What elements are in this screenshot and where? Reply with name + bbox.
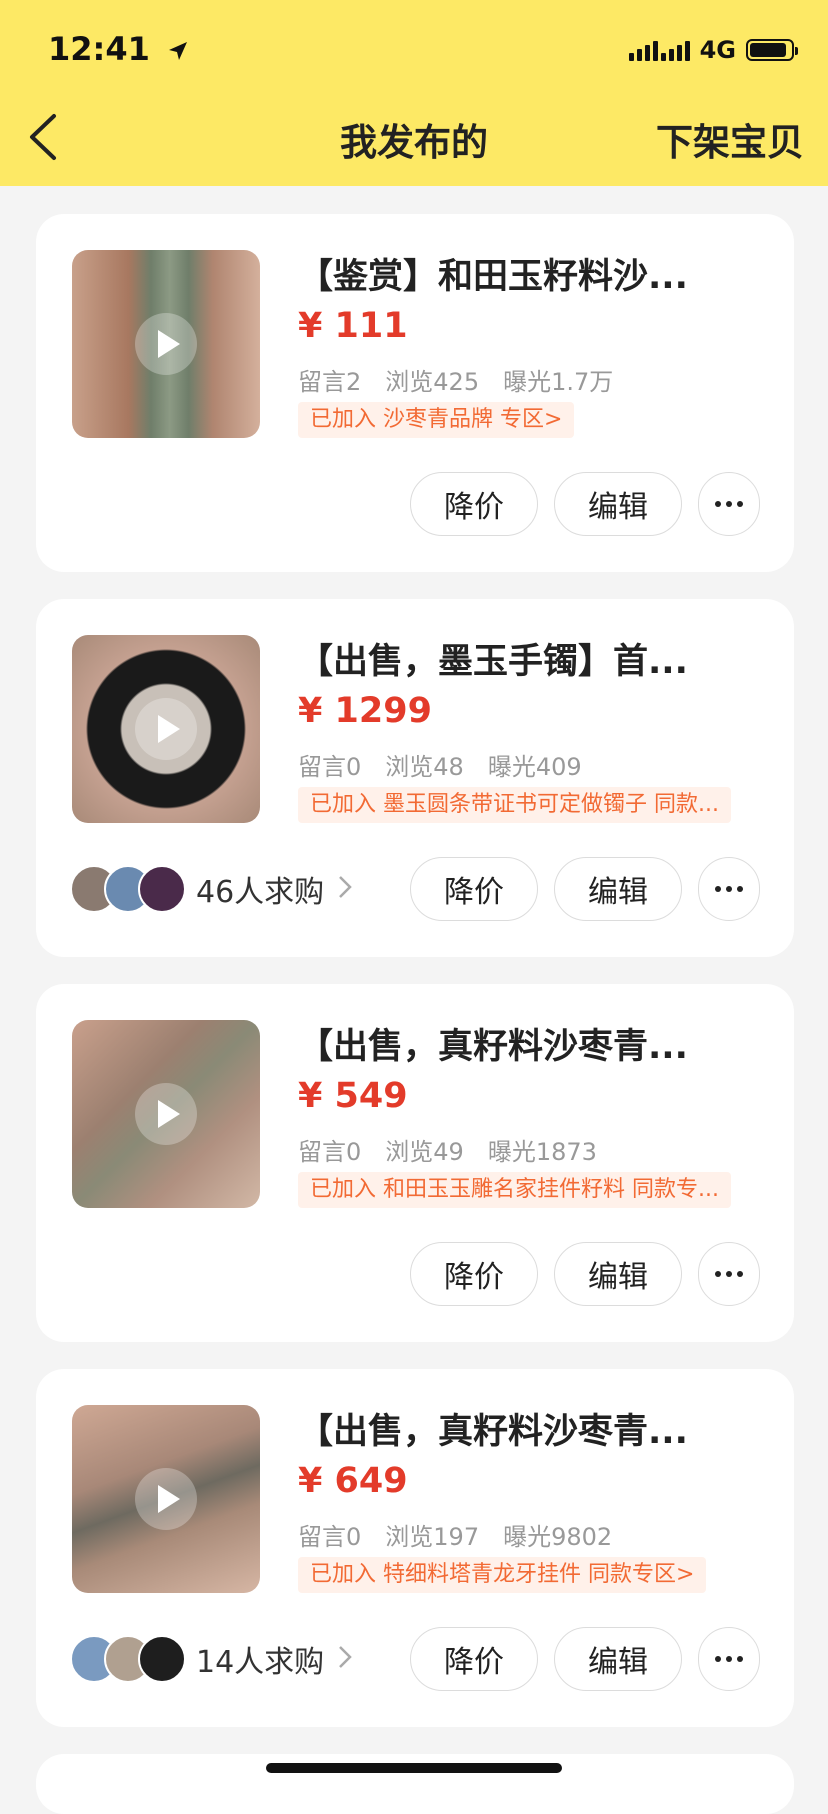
views-count: 浏览48	[385, 753, 464, 781]
reduce-price-button[interactable]: 降价	[410, 1627, 538, 1691]
zone-tag-link[interactable]: 已加入 墨玉圆条带证书可定做镯子 同款...	[298, 787, 731, 823]
listing-card[interactable]: 【出售，墨玉手镯】首... ¥ 1299 留言0 浏览48 曝光409 已加入 墨玉…	[36, 599, 794, 957]
battery-icon	[746, 39, 798, 61]
wanters-link[interactable]: 14人求购	[70, 1635, 352, 1683]
product-price: ¥ 649	[298, 1461, 408, 1501]
comments-count: 留言0	[298, 1138, 362, 1166]
edit-button[interactable]: 编辑	[554, 1242, 682, 1306]
more-icon[interactable]	[698, 1627, 760, 1691]
product-title: 【出售，墨玉手镯】首...	[298, 642, 688, 682]
exposure-count: 曝光1.7万	[503, 368, 614, 396]
product-thumbnail[interactable]	[72, 635, 260, 823]
wanters-count: 46人求购	[196, 875, 325, 910]
more-icon[interactable]	[698, 857, 760, 921]
product-title: 【出售，真籽料沙枣青...	[298, 1027, 688, 1067]
zone-tag-link[interactable]: 已加入 沙枣青品牌 专区>	[298, 402, 575, 438]
product-price: ¥ 111	[298, 306, 408, 346]
more-icon[interactable]	[698, 472, 760, 536]
listing-card[interactable]: 【出售，真籽料沙枣青... ¥ 549 留言0 浏览49 曝光1873 已加入 和田…	[36, 984, 794, 1342]
zone-tag-link[interactable]: 已加入 特细料塔青龙牙挂件 同款专区>	[298, 1557, 707, 1593]
delist-items-button[interactable]: 下架宝贝	[656, 112, 804, 166]
product-title: 【出售，真籽料沙枣青...	[298, 1412, 688, 1452]
play-icon[interactable]	[135, 1083, 197, 1145]
avatar	[138, 1635, 186, 1683]
time-label: 12:41	[48, 30, 150, 68]
product-price: ¥ 549	[298, 1076, 408, 1116]
product-stats: 留言0 浏览49 曝光1873	[298, 1132, 621, 1167]
avatar	[138, 865, 186, 913]
edit-button[interactable]: 编辑	[554, 857, 682, 921]
exposure-count: 曝光1873	[487, 1138, 597, 1166]
edit-button[interactable]: 编辑	[554, 472, 682, 536]
product-title: 【鉴赏】和田玉籽料沙...	[298, 257, 688, 297]
wanter-avatars	[70, 865, 186, 913]
comments-count: 留言2	[298, 368, 362, 396]
wanters-count: 14人求购	[196, 1645, 325, 1680]
play-icon[interactable]	[135, 698, 197, 760]
wanters-link[interactable]: 46人求购	[70, 865, 352, 913]
reduce-price-button[interactable]: 降价	[410, 857, 538, 921]
comments-count: 留言0	[298, 1523, 362, 1551]
exposure-count: 曝光409	[487, 753, 582, 781]
zone-tag-link[interactable]: 已加入 和田玉玉雕名家挂件籽料 同款专...	[298, 1172, 731, 1208]
comments-count: 留言0	[298, 753, 362, 781]
status-time: 12:41	[48, 30, 189, 70]
chevron-right-icon	[338, 875, 352, 903]
product-thumbnail[interactable]	[72, 250, 260, 438]
product-thumbnail[interactable]	[72, 1020, 260, 1208]
listing-card[interactable]: 【出售，真籽料沙枣青... ¥ 649 留言0 浏览197 曝光9802 已加入 特…	[36, 1369, 794, 1727]
product-thumbnail[interactable]	[72, 1405, 260, 1593]
exposure-count: 曝光9802	[503, 1523, 613, 1551]
reduce-price-button[interactable]: 降价	[410, 1242, 538, 1306]
wanter-avatars	[70, 1635, 186, 1683]
views-count: 浏览49	[385, 1138, 464, 1166]
status-indicators: 4G	[628, 36, 798, 64]
location-arrow-icon	[167, 32, 189, 70]
edit-button[interactable]: 编辑	[554, 1627, 682, 1691]
play-icon[interactable]	[135, 1468, 197, 1530]
network-label: 4G	[699, 36, 736, 64]
product-stats: 留言0 浏览48 曝光409	[298, 747, 606, 782]
more-icon[interactable]	[698, 1242, 760, 1306]
signal-icon	[628, 39, 690, 61]
home-indicator	[266, 1763, 562, 1773]
product-stats: 留言0 浏览197 曝光9802	[298, 1517, 636, 1552]
reduce-price-button[interactable]: 降价	[410, 472, 538, 536]
play-icon[interactable]	[135, 313, 197, 375]
product-stats: 留言2 浏览425 曝光1.7万	[298, 362, 637, 397]
listing-card[interactable]: 【鉴赏】和田玉籽料沙... ¥ 111 留言2 浏览425 曝光1.7万 已加入 沙…	[36, 214, 794, 572]
nav-bar: 12:41 4G 我发布的 下架宝贝	[0, 0, 828, 186]
views-count: 浏览197	[385, 1523, 480, 1551]
chevron-right-icon	[338, 1645, 352, 1673]
views-count: 浏览425	[385, 368, 480, 396]
product-price: ¥ 1299	[298, 691, 432, 731]
